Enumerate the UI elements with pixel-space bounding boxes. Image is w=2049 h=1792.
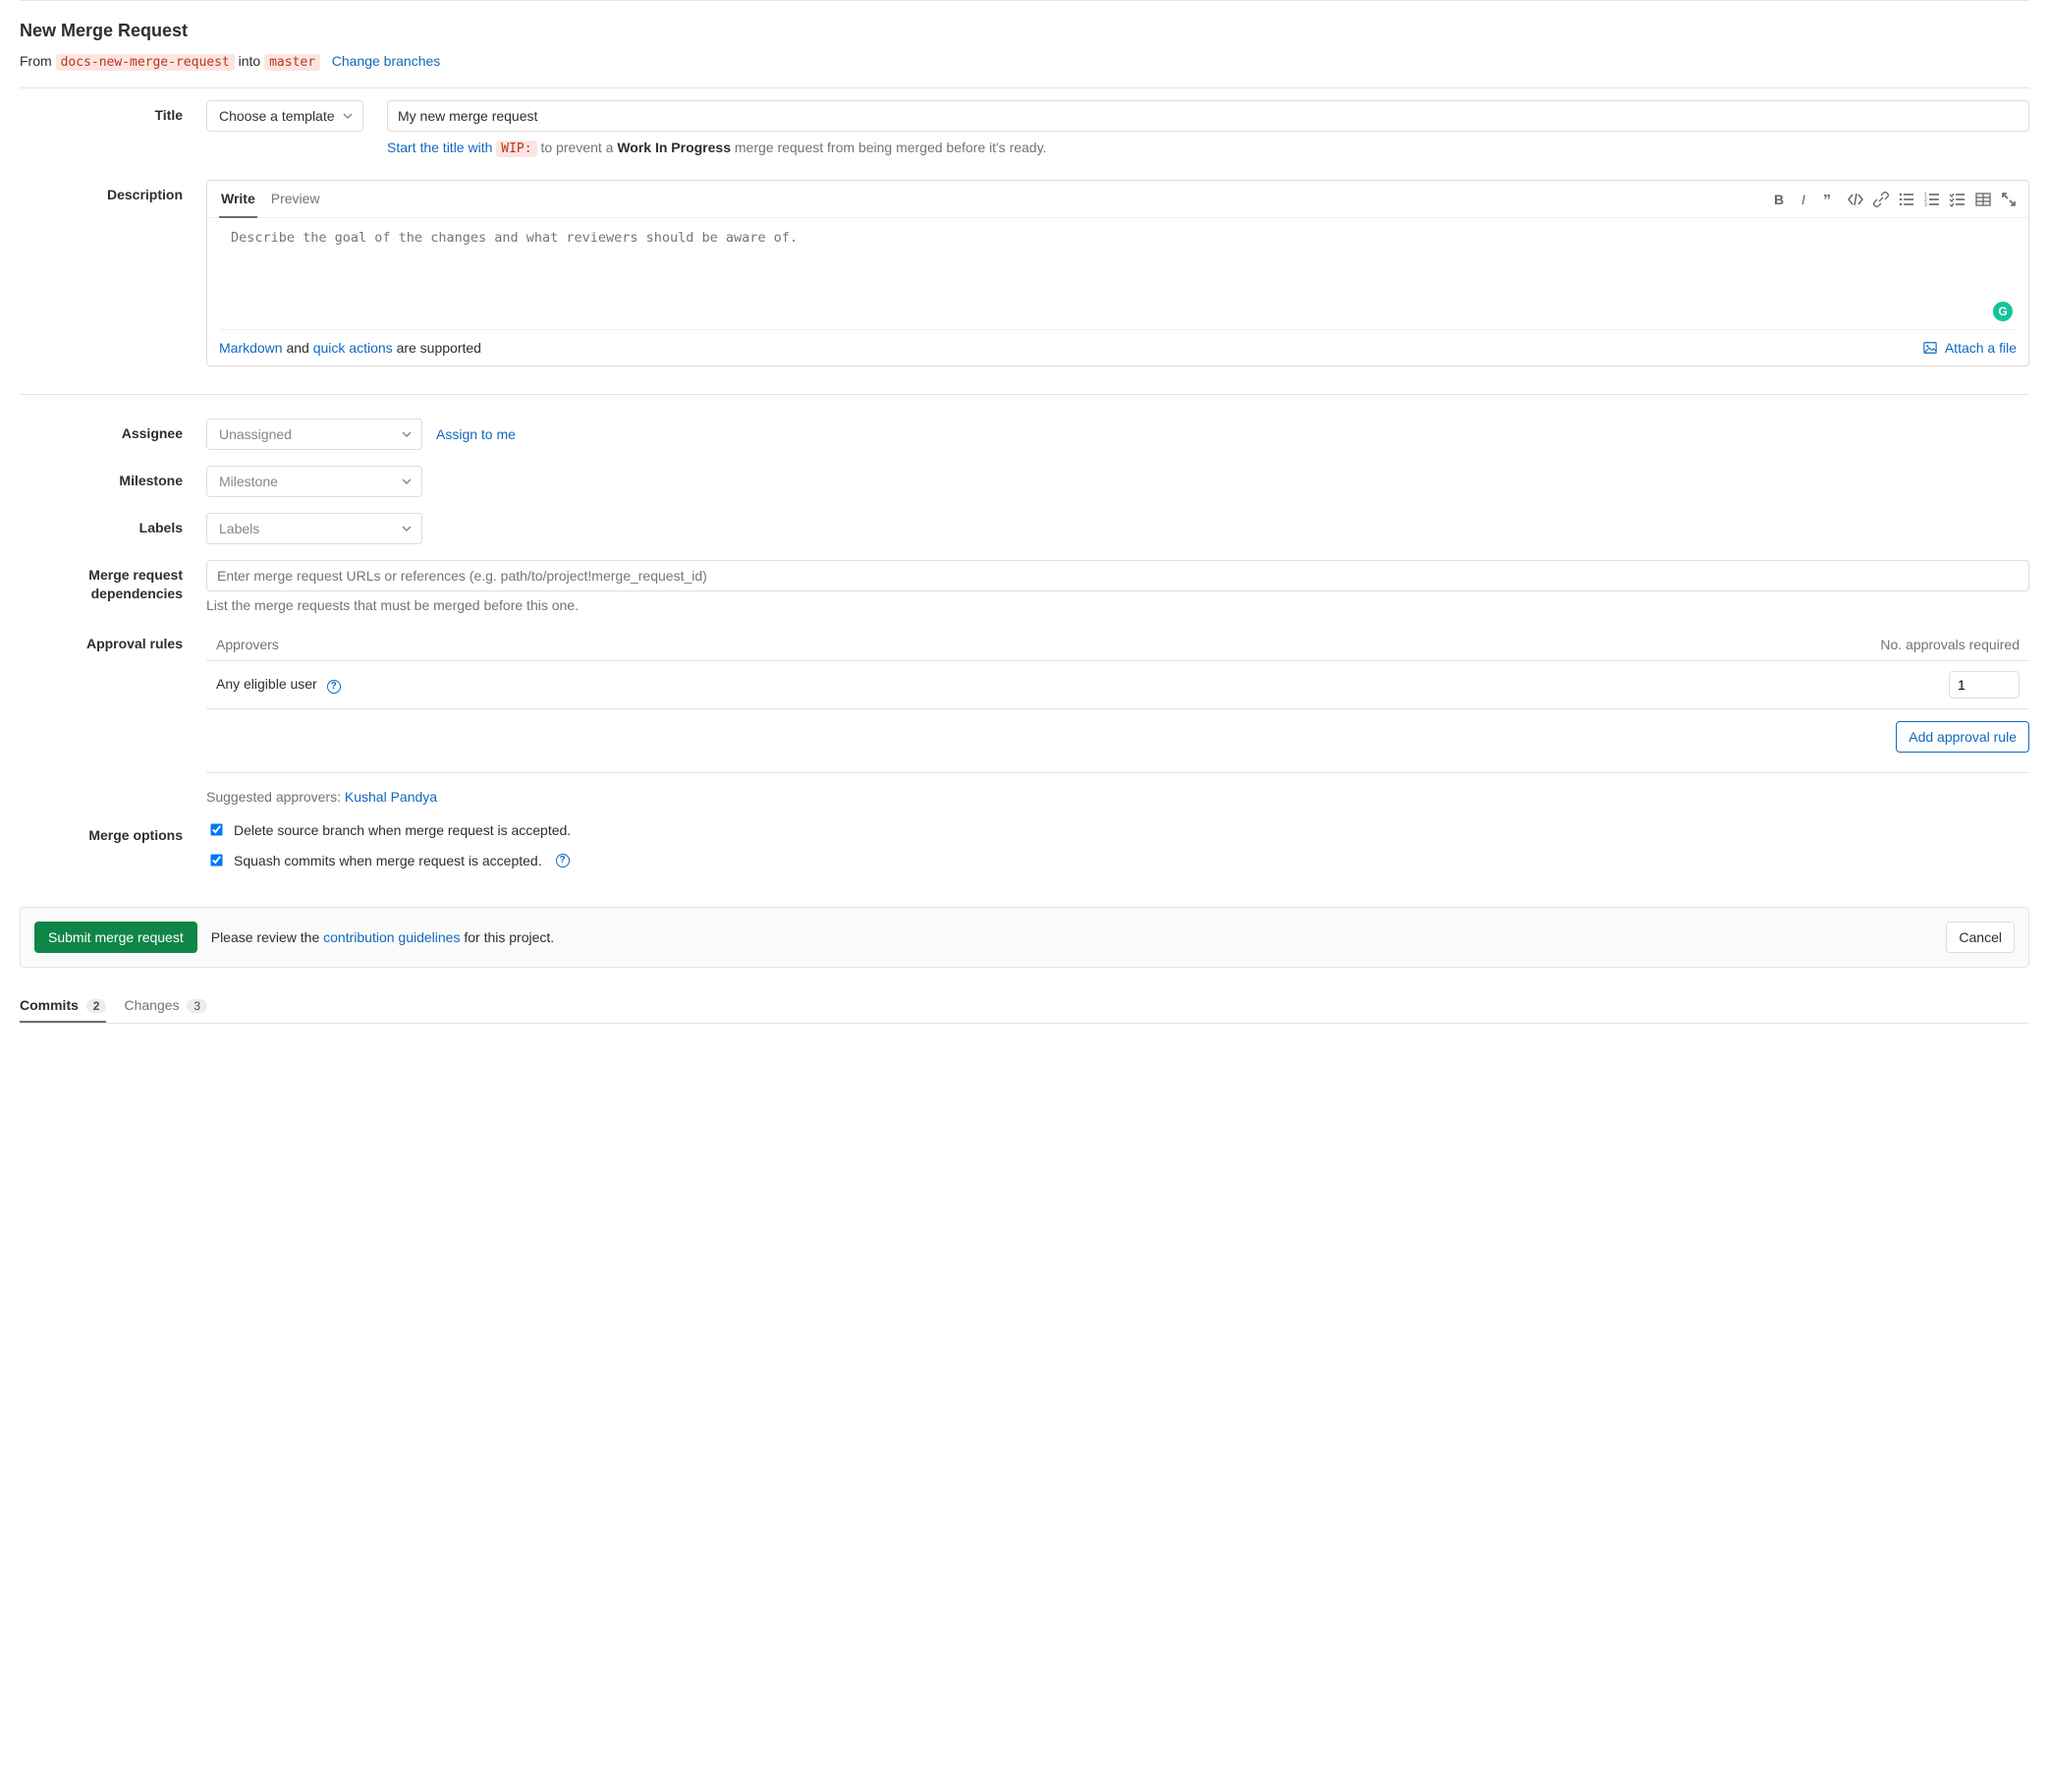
approvers-col-header: Approvers bbox=[216, 637, 279, 652]
help-icon[interactable]: ? bbox=[327, 680, 341, 694]
attach-file-link[interactable]: Attach a file bbox=[1923, 340, 2017, 356]
labels-select[interactable]: Labels bbox=[206, 513, 422, 544]
deps-note: List the merge requests that must be mer… bbox=[206, 597, 2029, 613]
submit-bar: Submit merge request Please review the c… bbox=[20, 907, 2029, 968]
merge-options-label: Merge options bbox=[20, 820, 206, 881]
wip-suffix-text: merge request from being merged before i… bbox=[735, 140, 1047, 155]
approval-row-label: Any eligible user ? bbox=[216, 676, 341, 694]
into-branch-tag: master bbox=[264, 54, 320, 71]
deps-label: Merge requestdependencies bbox=[20, 560, 206, 613]
markdown-link[interactable]: Markdown bbox=[219, 340, 283, 356]
quick-actions-link[interactable]: quick actions bbox=[313, 340, 393, 356]
approval-label: Approval rules bbox=[20, 629, 206, 805]
cancel-button[interactable]: Cancel bbox=[1946, 922, 2015, 953]
deps-input[interactable] bbox=[206, 560, 2029, 591]
assign-to-me-link[interactable]: Assign to me bbox=[436, 426, 516, 442]
svg-text:B: B bbox=[1774, 192, 1784, 207]
description-editor: Write Preview B I ” 123 bbox=[206, 180, 2029, 366]
md-toolbar: B I ” 123 bbox=[1771, 192, 2017, 207]
grammarly-badge-icon: G bbox=[1993, 302, 2013, 321]
contribution-guidelines-link[interactable]: contribution guidelines bbox=[323, 929, 460, 945]
wip-tag: WIP: bbox=[496, 140, 536, 157]
wip-bold: Work In Progress bbox=[617, 140, 731, 155]
tab-write[interactable]: Write bbox=[219, 181, 257, 218]
chevron-down-icon bbox=[402, 429, 412, 439]
num-approvals-col-header: No. approvals required bbox=[1880, 637, 2020, 652]
wip-mid-text: to prevent a bbox=[540, 140, 613, 155]
branch-line: From docs-new-merge-request into master … bbox=[20, 53, 2029, 70]
from-label: From bbox=[20, 53, 52, 69]
chevron-down-icon bbox=[343, 111, 353, 121]
assignee-label: Assignee bbox=[20, 419, 206, 450]
italic-icon[interactable]: I bbox=[1797, 192, 1812, 207]
ol-icon[interactable]: 123 bbox=[1924, 192, 1940, 207]
description-label: Description bbox=[20, 180, 206, 366]
approval-count-input[interactable] bbox=[1949, 671, 2020, 699]
code-icon[interactable] bbox=[1848, 192, 1863, 207]
milestone-select[interactable]: Milestone bbox=[206, 466, 422, 497]
description-textarea[interactable] bbox=[219, 218, 2017, 326]
squash-checkbox[interactable] bbox=[210, 854, 222, 866]
help-icon[interactable]: ? bbox=[556, 854, 570, 868]
delete-branch-checkbox-row[interactable]: Delete source branch when merge request … bbox=[206, 820, 2029, 839]
tab-changes[interactable]: Changes 3 bbox=[124, 987, 207, 1023]
milestone-label: Milestone bbox=[20, 466, 206, 497]
title-label: Title bbox=[20, 100, 206, 156]
bottom-tabs: Commits 2 Changes 3 bbox=[20, 987, 2029, 1024]
squash-checkbox-row[interactable]: Squash commits when merge request is acc… bbox=[206, 851, 2029, 869]
table-icon[interactable] bbox=[1975, 192, 1991, 207]
wip-hint-link[interactable]: Start the title with bbox=[387, 140, 492, 155]
chevron-down-icon bbox=[402, 476, 412, 486]
from-branch-tag: docs-new-merge-request bbox=[56, 54, 235, 71]
assignee-select[interactable]: Unassigned bbox=[206, 419, 422, 450]
svg-text:3: 3 bbox=[1924, 202, 1927, 207]
suggested-approver-link[interactable]: Kushal Pandya bbox=[345, 789, 437, 805]
link-icon[interactable] bbox=[1873, 192, 1889, 207]
chevron-down-icon bbox=[402, 524, 412, 533]
svg-text:”: ” bbox=[1823, 193, 1831, 207]
title-input[interactable] bbox=[387, 100, 2029, 132]
changes-count-badge: 3 bbox=[187, 999, 207, 1013]
commits-count-badge: 2 bbox=[86, 999, 107, 1013]
desc-footer-left: Markdown and quick actions are supported bbox=[219, 340, 481, 356]
fullscreen-icon[interactable] bbox=[2001, 192, 2017, 207]
template-select-text: Choose a template bbox=[219, 108, 335, 124]
delete-branch-checkbox[interactable] bbox=[210, 823, 222, 835]
labels-label: Labels bbox=[20, 513, 206, 544]
ul-icon[interactable] bbox=[1899, 192, 1914, 207]
template-select[interactable]: Choose a template bbox=[206, 100, 363, 132]
review-note: Please review the contribution guideline… bbox=[211, 929, 554, 945]
suggested-approvers: Suggested approvers: Kushal Pandya bbox=[206, 772, 2029, 805]
submit-button[interactable]: Submit merge request bbox=[34, 922, 197, 953]
add-approval-rule-button[interactable]: Add approval rule bbox=[1896, 721, 2029, 753]
into-label: into bbox=[239, 53, 261, 69]
quote-icon[interactable]: ” bbox=[1822, 192, 1838, 207]
bold-icon[interactable]: B bbox=[1771, 192, 1787, 207]
tab-commits[interactable]: Commits 2 bbox=[20, 987, 106, 1023]
image-icon bbox=[1923, 340, 1941, 356]
tab-preview[interactable]: Preview bbox=[269, 181, 322, 217]
change-branches-link[interactable]: Change branches bbox=[332, 53, 441, 69]
page-title: New Merge Request bbox=[20, 21, 2029, 41]
checklist-icon[interactable] bbox=[1950, 192, 1966, 207]
svg-text:I: I bbox=[1801, 192, 1805, 207]
